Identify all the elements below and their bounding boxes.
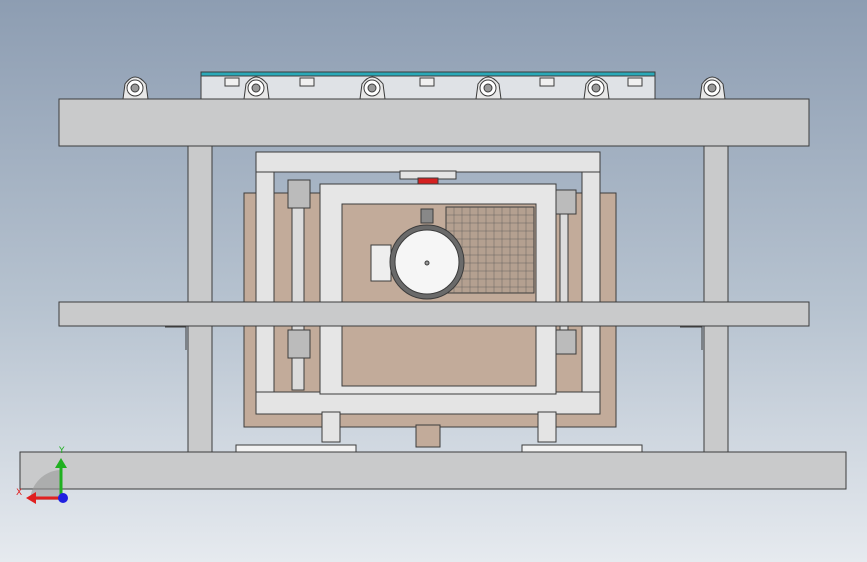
bracket-left <box>165 326 187 350</box>
cad-viewport[interactable]: Y X <box>0 0 867 562</box>
middle-beam <box>58 301 810 327</box>
machine-frame-drawing: Y X <box>16 71 847 504</box>
frame-post-right <box>703 145 729 453</box>
bearing-unit <box>122 76 149 100</box>
x-axis-label: X <box>16 488 22 498</box>
drop-chute <box>415 424 441 448</box>
bearing-unit <box>699 76 726 100</box>
bracket-right <box>680 326 703 350</box>
base-beam <box>19 451 847 490</box>
frame-post-left <box>187 145 213 453</box>
top-beam <box>58 98 810 147</box>
z-axis-dot-icon <box>58 493 68 503</box>
y-axis-label: Y <box>58 446 65 456</box>
